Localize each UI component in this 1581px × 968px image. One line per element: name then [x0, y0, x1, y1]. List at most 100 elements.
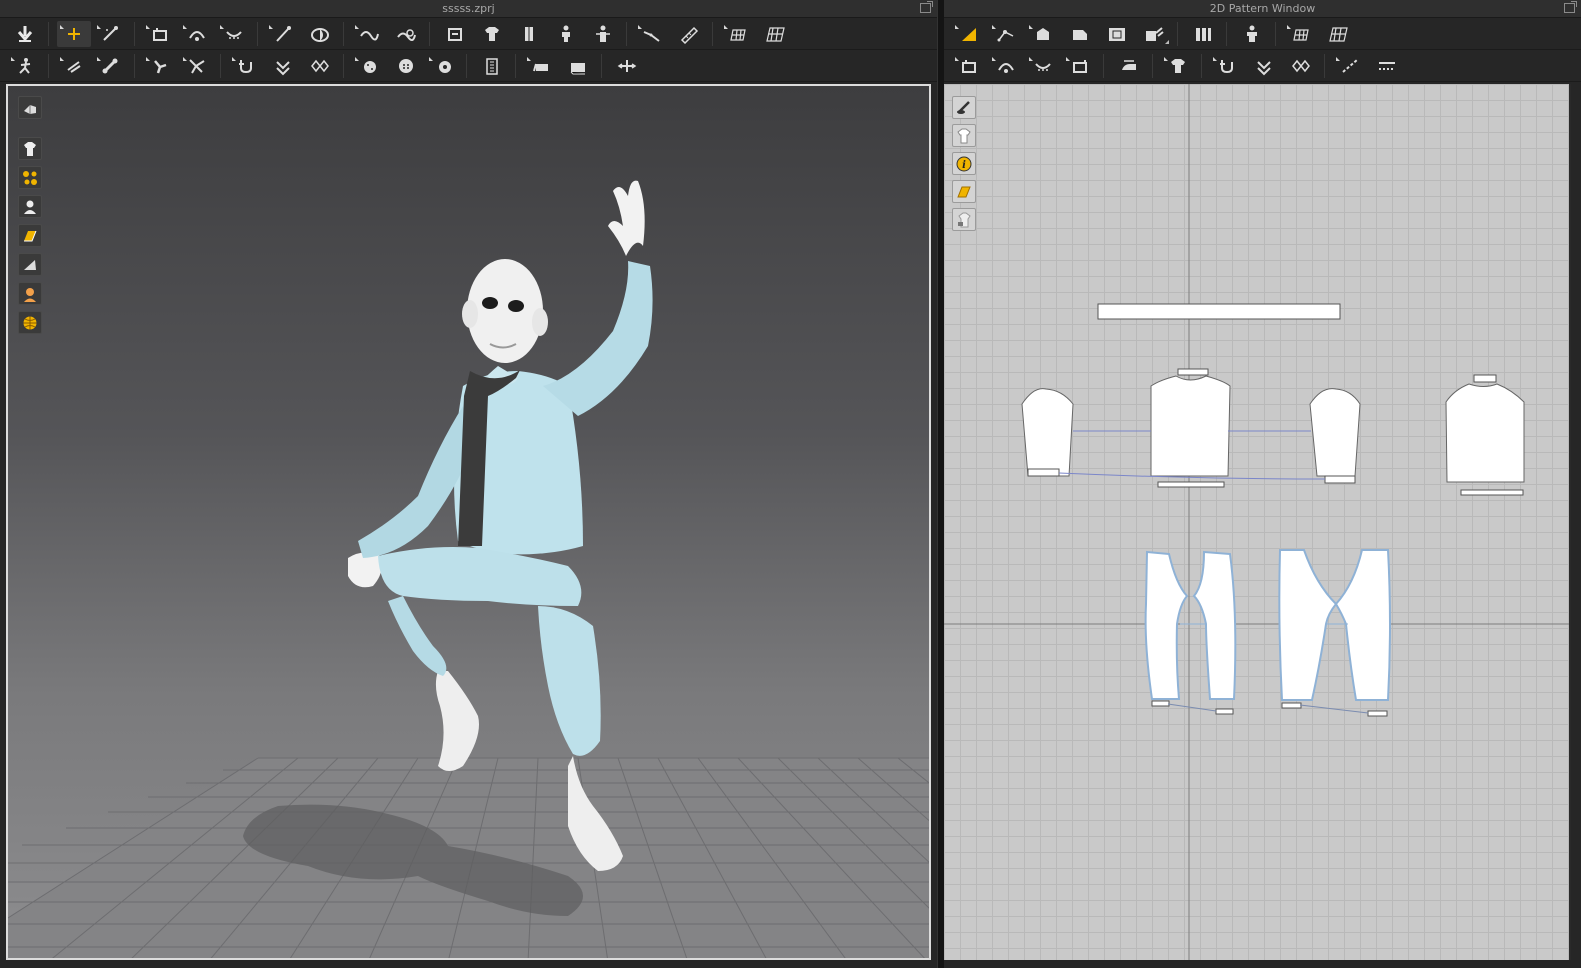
3d-viewport-toolbar	[18, 96, 42, 334]
free-sewing-icon[interactable]	[989, 53, 1023, 79]
garment-side-icon[interactable]	[512, 21, 546, 47]
bone-edit-icon[interactable]	[143, 53, 177, 79]
pattern-piece-pants-front[interactable]	[1144, 550, 1237, 715]
pattern-piece-waistband-back[interactable]	[1460, 489, 1524, 496]
pattern-piece-scarf[interactable]	[1097, 303, 1341, 320]
pattern-piece-front[interactable]	[1150, 375, 1231, 477]
environment-icon[interactable]	[18, 311, 42, 334]
zipper-icon[interactable]	[475, 53, 509, 79]
tack-on-avatar-icon[interactable]	[180, 21, 214, 47]
pose-icon[interactable]	[8, 53, 42, 79]
lock-icon[interactable]	[952, 208, 976, 231]
fold-icon[interactable]	[303, 21, 337, 47]
grid-2-icon[interactable]	[758, 21, 792, 47]
rectangle-icon[interactable]	[1063, 21, 1097, 47]
select-move-icon[interactable]	[57, 20, 91, 47]
pleat-icon[interactable]	[1186, 21, 1220, 47]
transform-icon[interactable]	[610, 53, 644, 79]
seam-icon[interactable]	[180, 53, 214, 79]
particle-icon[interactable]	[18, 166, 42, 189]
3d-window-title: sssss.zprj	[442, 2, 495, 15]
3d-viewport[interactable]	[6, 84, 931, 960]
transform-pattern-icon[interactable]	[952, 21, 986, 47]
trim-2-icon[interactable]	[561, 53, 595, 79]
2d-toolbar-row-2	[944, 50, 1581, 82]
3d-window-panel: sssss.zprj	[0, 0, 937, 968]
pattern-piece-sleeve-right[interactable]	[1309, 388, 1361, 477]
drop-avatar-icon[interactable]	[8, 21, 42, 47]
button-select-icon[interactable]	[389, 53, 423, 79]
skin-icon[interactable]	[18, 282, 42, 305]
pattern-piece-waistband-front[interactable]	[1157, 481, 1225, 488]
brush-icon[interactable]	[352, 21, 386, 47]
pattern-piece-pants-back[interactable]	[1278, 549, 1391, 717]
smocking-icon[interactable]	[266, 53, 300, 79]
texture-icon[interactable]	[18, 224, 42, 247]
2d-pattern-canvas[interactable]: i	[944, 84, 1571, 960]
tack-two-icon[interactable]	[217, 21, 251, 47]
smocking-2-icon[interactable]	[303, 53, 337, 79]
edit-point-icon[interactable]	[989, 21, 1023, 47]
tack-icon[interactable]	[143, 21, 177, 47]
elastic-icon[interactable]	[1210, 53, 1244, 79]
popout-icon[interactable]	[1564, 1, 1577, 13]
smocking-icon[interactable]	[1284, 53, 1318, 79]
2d-pattern-window-panel: 2D Pattern Window i	[944, 0, 1581, 968]
edit-pattern-3d-icon[interactable]	[94, 21, 128, 47]
3d-scene[interactable]	[8, 86, 931, 960]
2d-viewport-toolbar: i	[952, 96, 976, 231]
measure-icon[interactable]	[635, 21, 669, 47]
puckering-icon[interactable]	[229, 53, 263, 79]
popout-icon[interactable]	[920, 1, 933, 13]
grid-icon[interactable]	[1284, 21, 1318, 47]
m-n-sewing-icon[interactable]	[1026, 53, 1060, 79]
fold-arrange-icon[interactable]	[1137, 21, 1171, 47]
3d-window-titlebar: sssss.zprj	[0, 0, 937, 18]
pattern-layout[interactable]	[944, 84, 1571, 960]
avatar-back-icon[interactable]	[586, 21, 620, 47]
check-sewing-icon[interactable]	[1063, 53, 1097, 79]
pin-icon[interactable]	[266, 21, 300, 47]
puckering-icon[interactable]	[1247, 53, 1281, 79]
svg-text:i: i	[962, 160, 966, 171]
avatar-arrange-icon[interactable]	[1235, 21, 1269, 47]
avatar-front-icon[interactable]	[549, 21, 583, 47]
garment-toggle-icon[interactable]	[18, 137, 42, 160]
line-icon[interactable]	[1333, 53, 1367, 79]
topstitch-icon[interactable]	[1161, 53, 1195, 79]
surface-icon[interactable]	[18, 253, 42, 276]
grid-icon[interactable]	[721, 21, 755, 47]
polygon-icon[interactable]	[1026, 21, 1060, 47]
dashed-line-icon[interactable]	[1370, 53, 1404, 79]
panel-divider[interactable]	[937, 0, 944, 968]
grid-2-icon[interactable]	[1321, 21, 1355, 47]
steam-icon[interactable]	[1112, 53, 1146, 79]
pattern-piece-cuff-left[interactable]	[1027, 468, 1060, 477]
texture-icon[interactable]	[952, 180, 976, 203]
pattern-piece-cuff-right[interactable]	[1324, 475, 1356, 484]
trim-icon[interactable]	[524, 53, 558, 79]
flatten-icon[interactable]	[438, 21, 472, 47]
garment-front-icon[interactable]	[475, 21, 509, 47]
internal-shape-icon[interactable]	[1100, 21, 1134, 47]
2d-window-titlebar: 2D Pattern Window	[944, 0, 1581, 18]
tape-icon[interactable]	[672, 21, 706, 47]
3d-toolbar-row-1	[0, 18, 937, 50]
pattern-piece-collar-front[interactable]	[1177, 368, 1209, 376]
pattern-piece-sleeve-left[interactable]	[1021, 388, 1074, 477]
button-lock-icon[interactable]	[426, 53, 460, 79]
segment-sewing-icon[interactable]	[952, 53, 986, 79]
bone-icon[interactable]	[94, 53, 128, 79]
avatar-toggle-icon[interactable]	[18, 195, 42, 218]
pattern-piece-back[interactable]	[1445, 383, 1525, 483]
show-pattern-icon[interactable]	[952, 96, 976, 119]
move-pin-icon[interactable]	[57, 53, 91, 79]
button-add-icon[interactable]	[352, 53, 386, 79]
3d-toolbar-row-2	[0, 50, 937, 82]
pattern-piece-collar-back[interactable]	[1473, 374, 1497, 383]
sculpt-icon[interactable]	[389, 21, 423, 47]
app-window: sssss.zprj 2D Pattern Window i	[0, 0, 1581, 968]
show-garment-icon[interactable]	[952, 124, 976, 147]
info-icon[interactable]: i	[952, 152, 976, 175]
view-mode-icon[interactable]	[18, 96, 42, 119]
